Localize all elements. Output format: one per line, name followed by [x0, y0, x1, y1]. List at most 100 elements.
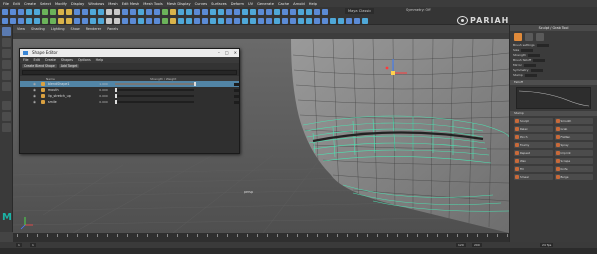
visibility-eye-icon[interactable]: ◉	[32, 94, 37, 98]
shelf-tool-icon[interactable]	[226, 8, 232, 15]
sculpt-brush-fill-button[interactable]: Fill	[514, 166, 553, 172]
brush-setting-field[interactable]	[533, 58, 546, 62]
menu-file[interactable]: File	[3, 2, 9, 6]
shelf-tool-icon[interactable]	[154, 8, 160, 15]
key-button[interactable]	[234, 94, 239, 98]
shelf-tool-icon[interactable]	[106, 8, 112, 15]
shelf-tool-icon[interactable]	[234, 8, 240, 15]
shelf-tool-icon[interactable]	[122, 8, 128, 15]
shelf-tool-icon[interactable]	[162, 17, 168, 24]
shelf-tool-icon[interactable]	[218, 8, 224, 15]
sculpt-brush-pinch-button[interactable]: Pinch	[514, 134, 553, 140]
menu-surfaces[interactable]: Surfaces	[211, 2, 227, 6]
shelf-tool-icon[interactable]	[274, 17, 280, 24]
shelf-tool-icon[interactable]	[18, 17, 24, 24]
shelf-tool-icon[interactable]	[346, 17, 352, 24]
key-button[interactable]	[234, 100, 239, 104]
weight-value[interactable]: 0.000	[99, 94, 113, 98]
weight-value[interactable]: 0.000	[99, 100, 113, 104]
shelf-tool-icon[interactable]	[210, 17, 216, 24]
brush-setting-field[interactable]	[530, 68, 543, 72]
menu-windows[interactable]: Windows	[88, 2, 104, 6]
shelf-tool-icon[interactable]	[290, 8, 296, 15]
shape-editor-menu-edit[interactable]: Edit	[34, 58, 40, 62]
shelf-tool-icon[interactable]	[170, 8, 176, 15]
symmetry-label[interactable]: Symmetry: Off	[406, 8, 431, 12]
add-target-button[interactable]: Add Target	[58, 64, 80, 68]
shelf-tool-icon[interactable]	[106, 17, 112, 24]
shelf-tool-icon[interactable]	[154, 17, 160, 24]
layout-single-icon[interactable]	[2, 101, 11, 110]
brush-setting-field[interactable]	[527, 53, 540, 57]
layout-four-icon[interactable]	[2, 112, 11, 121]
shelf-tool-icon[interactable]	[178, 8, 184, 15]
shelf-tool-icon[interactable]	[2, 8, 8, 15]
shelf-tool-icon[interactable]	[290, 17, 296, 24]
close-icon[interactable]: ✕	[234, 49, 237, 57]
menu-cache[interactable]: Cache	[278, 2, 289, 6]
menu-curves[interactable]: Curves	[195, 2, 207, 6]
command-line[interactable]	[0, 248, 597, 254]
shelf-tool-icon[interactable]	[314, 8, 320, 15]
menu-modify[interactable]: Modify	[55, 2, 67, 6]
brush-setting-field[interactable]	[536, 43, 549, 47]
shelf-tool-icon[interactable]	[90, 8, 96, 15]
shelf-tool-icon[interactable]	[10, 17, 16, 24]
shelf-tool-icon[interactable]	[226, 17, 232, 24]
brush-setting-field[interactable]	[523, 63, 536, 67]
reset-icon[interactable]	[525, 33, 533, 41]
range-end-field[interactable]: 1	[30, 243, 36, 247]
shelf-tool-icon[interactable]	[202, 17, 208, 24]
fps-selector[interactable]: 24 fps	[540, 243, 554, 247]
shelf-tool-icon[interactable]	[66, 17, 72, 24]
shelf-tool-icon[interactable]	[338, 17, 344, 24]
shelf-tool-icon[interactable]	[170, 17, 176, 24]
shelf-tool-icon[interactable]	[138, 8, 144, 15]
shelf-tool-icon[interactable]	[298, 17, 304, 24]
menu-deform[interactable]: Deform	[231, 2, 244, 6]
shelf-tool-icon[interactable]	[98, 8, 104, 15]
sculpt-brush-bulge-button[interactable]: Bulge	[554, 174, 593, 180]
shelf-tool-icon[interactable]	[90, 17, 96, 24]
key-button[interactable]	[234, 82, 239, 86]
layout-side-icon[interactable]	[2, 123, 11, 132]
shelf-tool-icon[interactable]	[218, 17, 224, 24]
menu-select[interactable]: Select	[40, 2, 51, 6]
shelf-tool-icon[interactable]	[74, 17, 80, 24]
sculpt-brush-scrape-button[interactable]: Scrape	[554, 158, 593, 164]
weight-slider[interactable]	[115, 100, 195, 104]
shelf-tool-icon[interactable]	[162, 8, 168, 15]
minimize-icon[interactable]: –	[218, 49, 220, 57]
falloff-curve-graph[interactable]	[516, 87, 591, 109]
shelf-tool-icon[interactable]	[322, 17, 328, 24]
weight-slider[interactable]	[115, 88, 195, 92]
visibility-eye-icon[interactable]: ◉	[32, 88, 37, 92]
shape-row[interactable]: ◉ smile 0.000	[20, 99, 239, 105]
shelf-tool-icon[interactable]	[58, 8, 64, 15]
shelf-tool-icon[interactable]	[250, 8, 256, 15]
shelf-tool-icon[interactable]	[42, 8, 48, 15]
shelf-tool-icon[interactable]	[234, 17, 240, 24]
shelf-tool-icon[interactable]	[266, 17, 272, 24]
shelf-tool-icon[interactable]	[282, 8, 288, 15]
shelf-tool-icon[interactable]	[50, 17, 56, 24]
sculpt-brush-relax-button[interactable]: Relax	[514, 126, 553, 132]
shelf-tool-icon[interactable]	[186, 8, 192, 15]
brush-setting-field[interactable]	[521, 48, 534, 52]
rotate-tool-icon[interactable]	[2, 71, 11, 80]
menu-help[interactable]: Help	[309, 2, 317, 6]
shelf-tool-icon[interactable]	[186, 17, 192, 24]
shelf-tool-icon[interactable]	[130, 17, 136, 24]
shelf-tool-icon[interactable]	[146, 17, 152, 24]
menu-mesh-display[interactable]: Mesh Display	[167, 2, 191, 6]
workspace-selector[interactable]: Maya Classic	[345, 8, 375, 14]
shelf-tool-icon[interactable]	[210, 8, 216, 15]
falloff-section[interactable]: Falloff	[510, 80, 597, 85]
shelf-tool-icon[interactable]	[178, 17, 184, 24]
shape-editor-titlebar[interactable]: Shape Editor – □ ✕	[20, 49, 239, 57]
shelf-tool-icon[interactable]	[306, 8, 312, 15]
sculpt-brush-sculpt-button[interactable]: Sculpt	[514, 118, 553, 124]
menu-arnold[interactable]: Arnold	[293, 2, 305, 6]
select-tool-icon[interactable]	[2, 27, 11, 36]
sculpt-brush-imprint-button[interactable]: Imprint	[554, 150, 593, 156]
